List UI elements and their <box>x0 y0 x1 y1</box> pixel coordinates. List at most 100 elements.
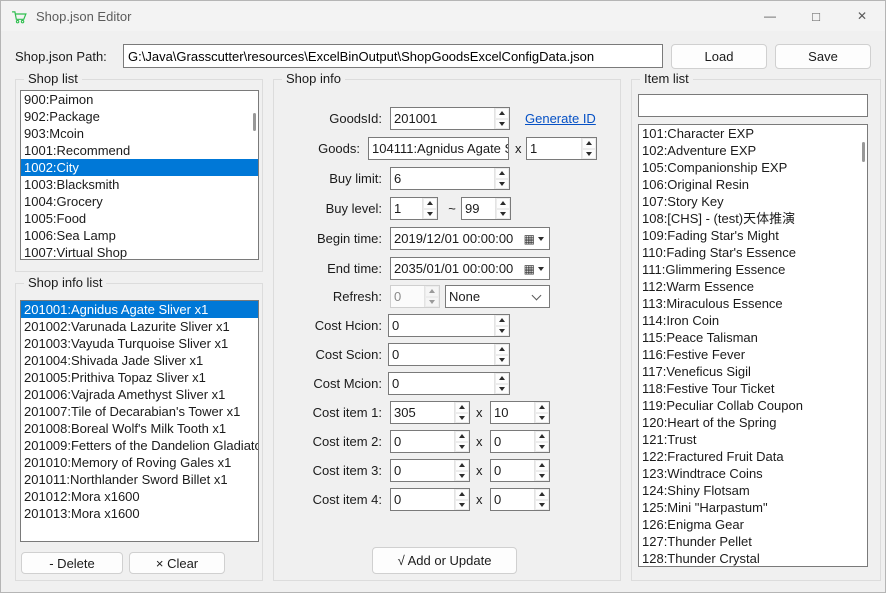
item-list-item[interactable]: 121:Trust <box>639 431 867 448</box>
item-search-input[interactable] <box>638 94 868 117</box>
spinner-down-icon[interactable] <box>582 149 596 160</box>
shop-list-item[interactable]: 1003:Blacksmith <box>21 176 258 193</box>
spinner-down-icon[interactable] <box>495 326 509 337</box>
spinner-up-icon[interactable] <box>535 460 549 471</box>
shop-list-item[interactable]: 1002:City <box>21 159 258 176</box>
item-list-item[interactable]: 107:Story Key <box>639 193 867 210</box>
goods-field[interactable]: 104111:Agnidus Agate S <box>368 137 509 160</box>
shop-info-list-item[interactable]: 201010:Memory of Roving Gales x1 <box>21 454 258 471</box>
goods-id-spinner[interactable]: 201001 <box>390 107 510 130</box>
spinner-up-icon[interactable] <box>535 402 549 413</box>
cost-item-1-count-spinner[interactable]: 10 <box>490 401 550 424</box>
item-list-item[interactable]: 127:Thunder Pellet <box>639 533 867 550</box>
cost-hcion-spinner[interactable]: 0 <box>388 314 510 337</box>
item-list-item[interactable]: 108:[CHS] - (test)天体推演 <box>639 210 867 227</box>
item-list-item[interactable]: 128:Thunder Crystal <box>639 550 867 567</box>
refresh-mode-select[interactable]: None <box>445 285 550 308</box>
spinner-up-icon[interactable] <box>455 489 469 500</box>
item-list-item[interactable]: 119:Peculiar Collab Coupon <box>639 397 867 414</box>
shop-list-item[interactable]: 1006:Sea Lamp <box>21 227 258 244</box>
shop-list-box[interactable]: 900:Paimon902:Package903:Mcoin1001:Recom… <box>20 90 259 260</box>
item-list-item[interactable]: 125:Mini "Harpastum" <box>639 499 867 516</box>
goods-count-spinner[interactable]: 1 <box>526 137 597 160</box>
minimize-icon[interactable]: — <box>747 1 793 31</box>
shop-info-list-item[interactable]: 201001:Agnidus Agate Sliver x1 <box>21 301 258 318</box>
spinner-up-icon[interactable] <box>455 402 469 413</box>
maximize-icon[interactable]: □ <box>793 1 839 31</box>
cost-item-2-id-spinner[interactable]: 0 <box>390 430 470 453</box>
cost-item-2-count-spinner[interactable]: 0 <box>490 430 550 453</box>
spinner-down-icon[interactable] <box>455 500 469 511</box>
shop-info-list-item[interactable]: 201009:Fetters of the Dandelion Gladiato <box>21 437 258 454</box>
item-list-item[interactable]: 114:Iron Coin <box>639 312 867 329</box>
item-list-item[interactable]: 105:Companionship EXP <box>639 159 867 176</box>
item-list-box[interactable]: 101:Character EXP102:Adventure EXP105:Co… <box>638 124 868 567</box>
item-list-item[interactable]: 106:Original Resin <box>639 176 867 193</box>
titlebar[interactable]: Shop.json Editor — □ ✕ <box>1 1 885 31</box>
shop-list-item[interactable]: 900:Paimon <box>21 91 258 108</box>
cost-item-3-id-spinner[interactable]: 0 <box>390 459 470 482</box>
delete-button[interactable]: - Delete <box>21 552 123 574</box>
dropdown-arrow-icon[interactable] <box>538 267 544 271</box>
shop-info-list-item[interactable]: 201008:Boreal Wolf's Milk Tooth x1 <box>21 420 258 437</box>
spinner-down-icon[interactable] <box>423 209 437 220</box>
spinner-down-icon[interactable] <box>495 119 509 130</box>
spinner-up-icon[interactable] <box>495 373 509 384</box>
cost-item-4-count-spinner[interactable]: 0 <box>490 488 550 511</box>
shop-list-item[interactable]: 1007:Virtual Shop <box>21 244 258 260</box>
item-list-item[interactable]: 118:Festive Tour Ticket <box>639 380 867 397</box>
item-list-item[interactable]: 116:Festive Fever <box>639 346 867 363</box>
spinner-down-icon[interactable] <box>496 209 510 220</box>
shop-info-list-item[interactable]: 201003:Vayuda Turquoise Sliver x1 <box>21 335 258 352</box>
shop-info-list-item[interactable]: 201012:Mora x1600 <box>21 488 258 505</box>
item-list-item[interactable]: 110:Fading Star's Essence <box>639 244 867 261</box>
spinner-up-icon[interactable] <box>535 489 549 500</box>
cost-item-3-count-spinner[interactable]: 0 <box>490 459 550 482</box>
shop-info-list-item[interactable]: 201002:Varunada Lazurite Sliver x1 <box>21 318 258 335</box>
item-list-item[interactable]: 123:Windtrace Coins <box>639 465 867 482</box>
shop-list-item[interactable]: 1001:Recommend <box>21 142 258 159</box>
item-list-item[interactable]: 126:Enigma Gear <box>639 516 867 533</box>
spinner-up-icon[interactable] <box>495 344 509 355</box>
load-button[interactable]: Load <box>671 44 767 69</box>
cost-item-4-id-spinner[interactable]: 0 <box>390 488 470 511</box>
close-icon[interactable]: ✕ <box>839 1 885 31</box>
spinner-up-icon[interactable] <box>535 431 549 442</box>
shop-info-list-box[interactable]: 201001:Agnidus Agate Sliver x1201002:Var… <box>20 300 259 542</box>
path-input[interactable] <box>123 44 663 68</box>
cost-mcion-spinner[interactable]: 0 <box>388 372 510 395</box>
shop-list-item[interactable]: 902:Package <box>21 108 258 125</box>
buy-level-min-spinner[interactable]: 1 <box>390 197 438 220</box>
buy-level-max-spinner[interactable]: 99 <box>461 197 511 220</box>
item-list-item[interactable]: 120:Heart of the Spring <box>639 414 867 431</box>
item-list-item[interactable]: 109:Fading Star's Might <box>639 227 867 244</box>
shop-info-list-item[interactable]: 201006:Vajrada Amethyst Sliver x1 <box>21 386 258 403</box>
spinner-up-icon[interactable] <box>455 460 469 471</box>
shop-list-item[interactable]: 1005:Food <box>21 210 258 227</box>
spinner-down-icon[interactable] <box>495 179 509 190</box>
item-list-item[interactable]: 102:Adventure EXP <box>639 142 867 159</box>
spinner-up-icon[interactable] <box>495 168 509 179</box>
spinner-down-icon[interactable] <box>535 442 549 453</box>
clear-button[interactable]: × Clear <box>129 552 225 574</box>
save-button[interactable]: Save <box>775 44 871 69</box>
shop-info-list-item[interactable]: 201013:Mora x1600 <box>21 505 258 522</box>
spinner-up-icon[interactable] <box>423 198 437 209</box>
spinner-down-icon[interactable] <box>535 471 549 482</box>
scrollbar-thumb[interactable] <box>253 113 256 131</box>
spinner-down-icon[interactable] <box>455 442 469 453</box>
shop-list-item[interactable]: 903:Mcoin <box>21 125 258 142</box>
shop-info-list-item[interactable]: 201007:Tile of Decarabian's Tower x1 <box>21 403 258 420</box>
spinner-up-icon[interactable] <box>582 138 596 149</box>
scrollbar-thumb[interactable] <box>862 142 865 162</box>
buy-limit-spinner[interactable]: 6 <box>390 167 510 190</box>
spinner-down-icon[interactable] <box>455 471 469 482</box>
cost-scion-spinner[interactable]: 0 <box>388 343 510 366</box>
item-list-item[interactable]: 117:Veneficus Sigil <box>639 363 867 380</box>
cost-item-1-id-spinner[interactable]: 305 <box>390 401 470 424</box>
spinner-down-icon[interactable] <box>495 384 509 395</box>
spinner-down-icon[interactable] <box>455 413 469 424</box>
end-time-picker[interactable]: 2035/01/01 00:00:00 ▦ <box>390 257 550 280</box>
item-list-item[interactable]: 122:Fractured Fruit Data <box>639 448 867 465</box>
item-list-item[interactable]: 111:Glimmering Essence <box>639 261 867 278</box>
